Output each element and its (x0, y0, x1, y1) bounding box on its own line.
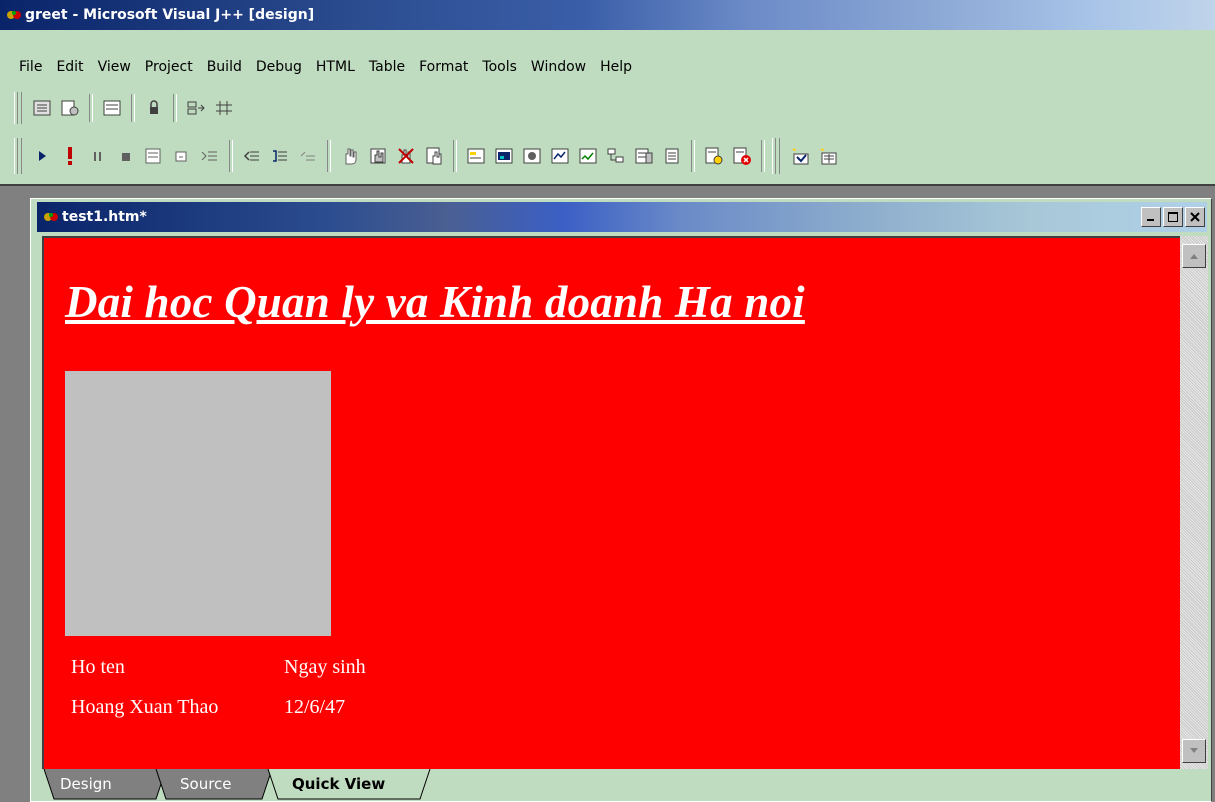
step-out-icon[interactable] (169, 143, 195, 169)
uncomment-icon[interactable] (295, 143, 321, 169)
tab-source[interactable]: Source (150, 769, 275, 800)
indent-icon[interactable] (197, 143, 223, 169)
menu-format[interactable]: Format (412, 59, 475, 75)
maximize-icon (1168, 212, 1178, 222)
toolbar-separator (327, 139, 331, 173)
snap-grid-icon[interactable] (183, 95, 209, 121)
stop-icon[interactable] (113, 143, 139, 169)
hand-icon[interactable] (337, 143, 363, 169)
page-heading: Dai hoc Quan ly va Kinh doanh Ha noi (65, 277, 805, 327)
menu-debug[interactable]: Debug (249, 59, 309, 75)
quick-view-page[interactable]: Dai hoc Quan ly va Kinh doanh Ha noi Ho … (42, 236, 1180, 769)
scroll-down-button[interactable] (1182, 739, 1206, 763)
toolbar-separator (761, 139, 765, 173)
tab-design-label: Design (60, 775, 112, 793)
step-into-icon[interactable] (141, 143, 167, 169)
html-file-icon (44, 213, 58, 221)
stop-build-icon[interactable] (729, 143, 755, 169)
frame-icon[interactable] (631, 143, 657, 169)
table-cell-dob: 12/6/47 (284, 696, 346, 718)
document-icon[interactable] (659, 143, 685, 169)
tab-design[interactable]: Design (42, 769, 167, 800)
debug-toolbar (0, 133, 1215, 179)
menu-project[interactable]: Project (138, 59, 200, 75)
clear-icon[interactable] (421, 143, 447, 169)
toolbar-separator (691, 139, 695, 173)
maximize-button[interactable] (1163, 207, 1183, 227)
list-icon[interactable] (575, 143, 601, 169)
tab-source-label: Source (180, 775, 232, 793)
toolbar-grip[interactable] (14, 137, 22, 175)
minimize-button[interactable] (1141, 207, 1161, 227)
table-icon[interactable] (547, 143, 573, 169)
properties-icon[interactable] (57, 95, 83, 121)
visual-j-icon (7, 11, 21, 19)
table-header-dob: Ngay sinh (284, 656, 366, 678)
menu-table[interactable]: Table (362, 59, 412, 75)
breakpoint-icon[interactable] (365, 143, 391, 169)
menu-file[interactable]: File (0, 59, 49, 75)
menu-help[interactable]: Help (593, 59, 639, 75)
menu-html[interactable]: HTML (309, 59, 362, 75)
outdent-icon[interactable] (239, 143, 265, 169)
stop-debug-icon[interactable] (57, 143, 83, 169)
window-title: greet - Microsoft Visual J++ [design] (25, 7, 315, 23)
comment-icon[interactable] (267, 143, 293, 169)
image-icon[interactable] (491, 143, 517, 169)
toolbar-grip[interactable] (772, 137, 780, 175)
toolbar-separator (89, 94, 93, 122)
app-title-bar[interactable]: greet - Microsoft Visual J++ [design] (0, 0, 1215, 30)
menu-view[interactable]: View (91, 59, 138, 75)
close-button[interactable] (1185, 207, 1205, 227)
menu-edit[interactable]: Edit (49, 59, 90, 75)
build-icon[interactable] (701, 143, 727, 169)
menu-build[interactable]: Build (200, 59, 249, 75)
toolbox-icon[interactable] (29, 95, 55, 121)
grid-icon[interactable] (211, 95, 237, 121)
wizard-icon[interactable] (787, 143, 813, 169)
toolbar-separator (453, 139, 457, 173)
close-icon (1190, 212, 1200, 222)
minimize-icon (1147, 219, 1154, 221)
arrow-up-icon (1190, 254, 1198, 259)
toolbar-separator (131, 94, 135, 122)
lock-icon[interactable] (141, 95, 167, 121)
document-title-bar[interactable]: test1.htm* (37, 202, 1207, 232)
tree-icon[interactable] (603, 143, 629, 169)
toolbar-separator (229, 139, 233, 173)
control-icon[interactable] (519, 143, 545, 169)
form-icon[interactable] (463, 143, 489, 169)
table-header-name: Ho ten (71, 656, 125, 678)
tab-quick-view[interactable]: Quick View (264, 769, 434, 800)
scroll-up-button[interactable] (1182, 244, 1206, 268)
table-cell-name: Hoang Xuan Thao (71, 696, 219, 718)
delete-breakpoint-icon[interactable] (393, 143, 419, 169)
vertical-scrollbar[interactable] (1180, 236, 1208, 769)
add-class-icon[interactable] (815, 143, 841, 169)
menu-tools[interactable]: Tools (475, 59, 524, 75)
menu-bar: File Edit View Project Build Debug HTML … (0, 52, 1215, 82)
layout-icon[interactable] (99, 95, 125, 121)
image-placeholder (65, 371, 331, 636)
menu-window[interactable]: Window (524, 59, 593, 75)
document-title: test1.htm* (62, 209, 147, 225)
pause-icon[interactable] (85, 143, 111, 169)
toolbar-grip[interactable] (14, 92, 22, 124)
arrow-down-icon (1190, 748, 1198, 753)
toolbar-separator (173, 94, 177, 122)
tab-quick-view-label: Quick View (292, 775, 386, 793)
design-toolbar (0, 88, 1215, 128)
view-tabs: Design Source Quick View (42, 769, 1212, 800)
run-icon[interactable] (29, 143, 55, 169)
